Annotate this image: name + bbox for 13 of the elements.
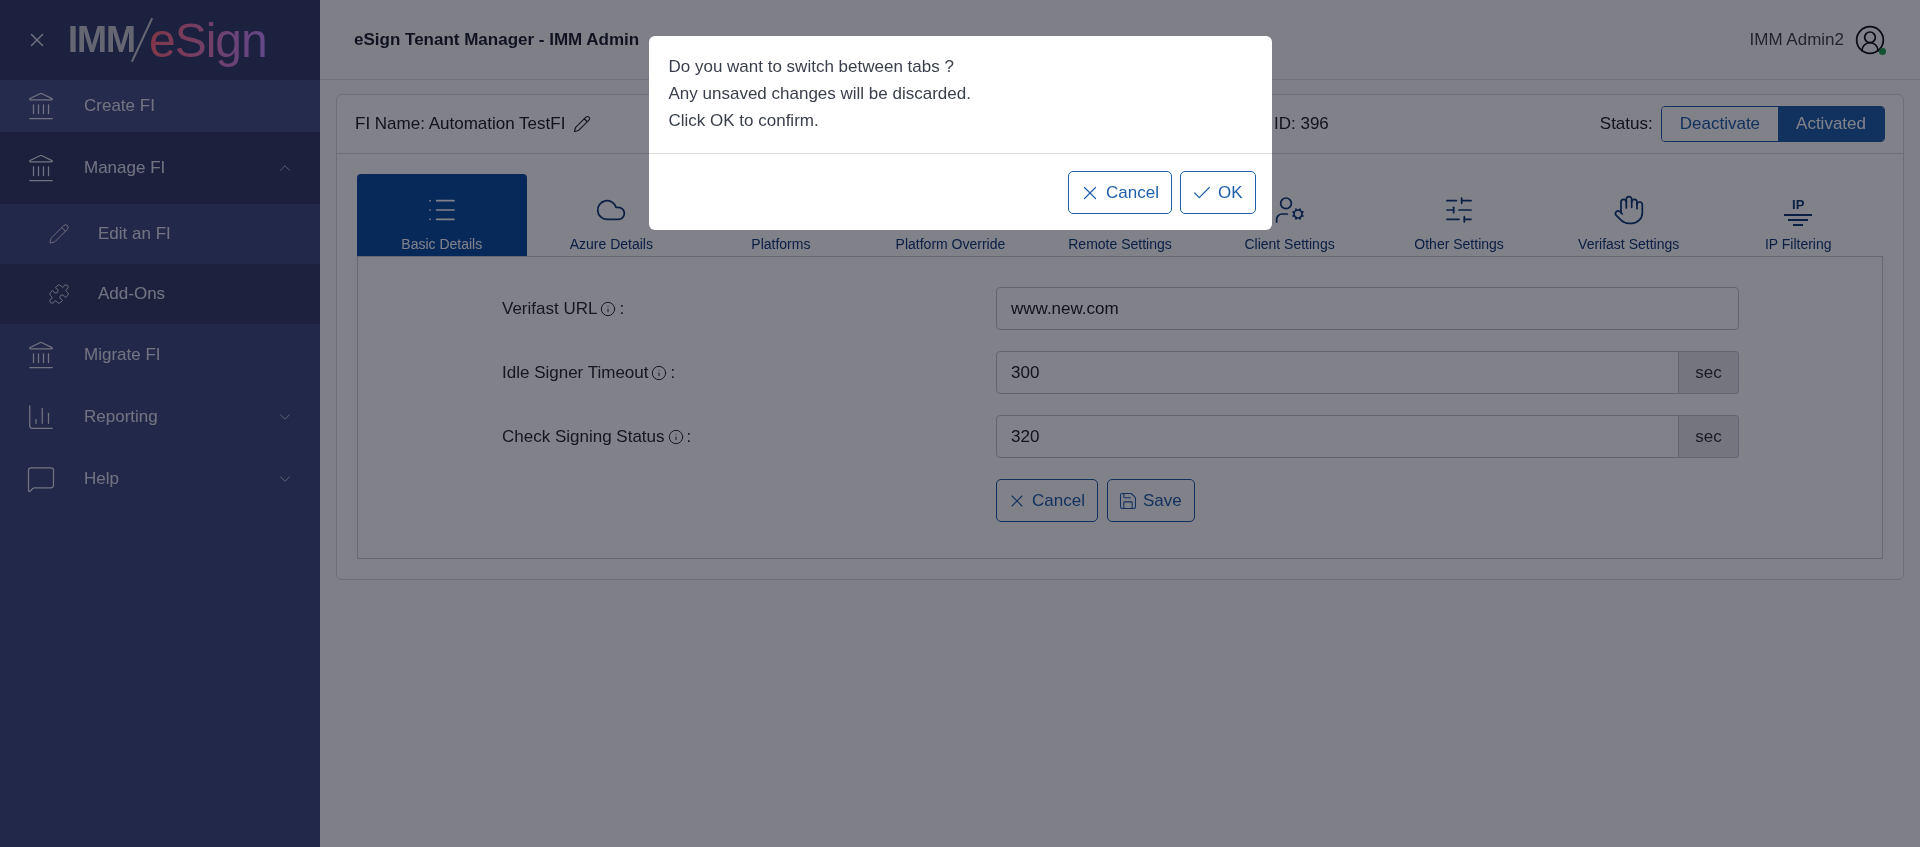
field-label: Verifast URL : [502, 298, 626, 319]
unit-label: sec [1679, 415, 1739, 458]
user-name: IMM Admin2 [1749, 29, 1844, 50]
page-title: eSign Tenant Manager - IMM Admin [354, 29, 640, 50]
dialog-message: Any unsaved changes will be discarded. [668, 83, 972, 105]
field-label: Idle Signer Timeout : [502, 362, 677, 383]
dialog-message: Click OK to confirm. [668, 110, 820, 132]
fi-id: ID: 396 [1274, 114, 1329, 134]
status-label: Status: [1599, 114, 1653, 134]
fi-name: FI Name: Automation TestFI [355, 114, 566, 134]
dialog-message: Do you want to switch between tabs ? [668, 56, 955, 78]
field-label: Check Signing Status : [502, 426, 693, 447]
unit-label: sec [1679, 351, 1739, 394]
